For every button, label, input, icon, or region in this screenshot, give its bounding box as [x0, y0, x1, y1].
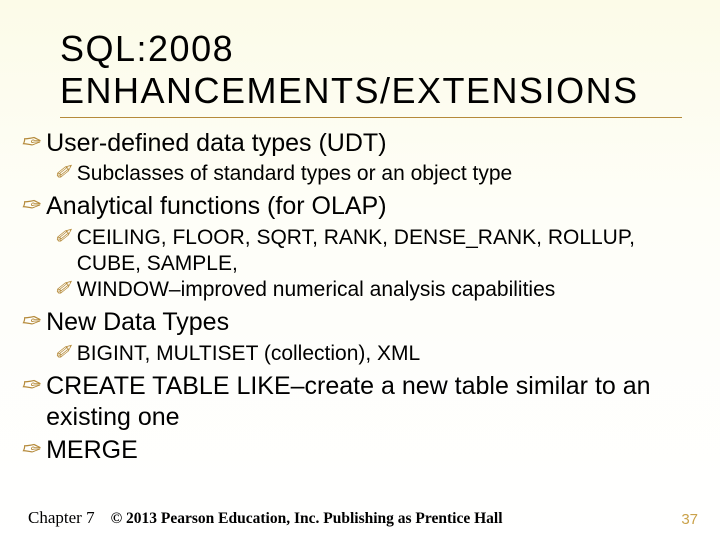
bullet-icon: ✐	[54, 341, 71, 367]
sub-list: ✐ Subclasses of standard types or an obj…	[20, 161, 702, 187]
bullet-text: User-defined data types (UDT)	[46, 128, 386, 159]
title-line-1: SQL:2008	[60, 28, 234, 69]
bullet-text: CREATE TABLE LIKE–create a new table sim…	[46, 371, 702, 434]
bullet-list: ✑ User-defined data types (UDT) ✐ Subcla…	[18, 128, 702, 467]
sub-bullet-text: Subclasses of standard types or an objec…	[77, 161, 512, 187]
copyright-text: © 2013 Pearson Education, Inc. Publishin…	[111, 510, 503, 528]
footer: Chapter 7 © 2013 Pearson Education, Inc.…	[28, 508, 700, 528]
list-item: ✑ User-defined data types (UDT) ✐ Subcla…	[20, 128, 702, 188]
sub-list-item: ✐ CEILING, FLOOR, SQRT, RANK, DENSE_RANK…	[54, 225, 702, 278]
bullet-icon: ✐	[54, 277, 71, 303]
bullet-icon: ✑	[20, 128, 40, 158]
bullet-icon: ✑	[20, 371, 40, 401]
list-item: ✑ MERGE	[20, 435, 702, 466]
bullet-icon: ✑	[20, 435, 40, 465]
page-number: 37	[681, 511, 698, 528]
bullet-icon: ✐	[54, 161, 71, 187]
list-item: ✑ CREATE TABLE LIKE–create a new table s…	[20, 371, 702, 434]
bullet-text: New Data Types	[46, 307, 229, 338]
chapter-label: Chapter 7	[28, 508, 95, 528]
bullet-icon: ✑	[20, 191, 40, 221]
sub-bullet-text: WINDOW–improved numerical analysis capab…	[77, 277, 556, 303]
sub-list: ✐ BIGINT, MULTISET (collection), XML	[20, 341, 702, 367]
sub-bullet-text: CEILING, FLOOR, SQRT, RANK, DENSE_RANK, …	[77, 225, 702, 278]
slide-title: SQL:2008 ENHANCEMENTS/EXTENSIONS	[60, 28, 682, 113]
title-line-2: ENHANCEMENTS/EXTENSIONS	[60, 70, 639, 111]
sub-bullet-text: BIGINT, MULTISET (collection), XML	[77, 341, 420, 367]
sub-list-item: ✐ WINDOW–improved numerical analysis cap…	[54, 277, 702, 303]
slide: SQL:2008 ENHANCEMENTS/EXTENSIONS ✑ User-…	[0, 0, 720, 540]
sub-list-item: ✐ Subclasses of standard types or an obj…	[54, 161, 702, 187]
bullet-text: Analytical functions (for OLAP)	[46, 191, 386, 222]
bullet-text: MERGE	[46, 435, 138, 466]
sub-list: ✐ CEILING, FLOOR, SQRT, RANK, DENSE_RANK…	[20, 225, 702, 304]
sub-list-item: ✐ BIGINT, MULTISET (collection), XML	[54, 341, 702, 367]
title-block: SQL:2008 ENHANCEMENTS/EXTENSIONS	[60, 28, 682, 118]
bullet-icon: ✐	[54, 225, 71, 251]
bullet-icon: ✑	[20, 307, 40, 337]
list-item: ✑ Analytical functions (for OLAP) ✐ CEIL…	[20, 191, 702, 303]
list-item: ✑ New Data Types ✐ BIGINT, MULTISET (col…	[20, 307, 702, 367]
